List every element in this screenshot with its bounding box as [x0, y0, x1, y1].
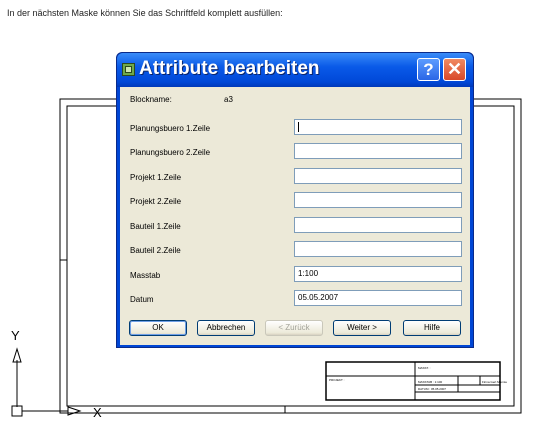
field-label-bauteil-1: Bauteil 1.Zeile [130, 222, 181, 231]
next-button[interactable]: Weiter > [333, 320, 391, 336]
field-label-masstab: Masstab [130, 271, 161, 280]
projekt-1-input[interactable] [294, 168, 462, 184]
axis-y-label: Y [11, 328, 20, 343]
planungsbuero-2-input[interactable] [294, 143, 462, 159]
bauteil-2-input[interactable] [294, 241, 462, 257]
bauteil-1-input[interactable] [294, 217, 462, 233]
field-label-bauteil-2: Bauteil 2.Zeile [130, 246, 181, 255]
masstab-input[interactable]: 1:100 [294, 266, 462, 282]
titleblock-firma: Firma Gert Mannie [482, 380, 507, 384]
field-label-datum: Datum [130, 295, 154, 304]
help-icon[interactable]: ? [417, 58, 440, 81]
ok-button[interactable]: OK [129, 320, 187, 336]
text-caret [298, 121, 299, 132]
projekt-2-input[interactable] [294, 192, 462, 208]
help-button[interactable]: Hilfe [403, 320, 461, 336]
close-icon[interactable]: ✕ [443, 58, 466, 81]
dialog-title: Attribute bearbeiten [139, 58, 320, 79]
title-block: MASST. : PROJEKT : MASSTAB : 1:100 Firma… [325, 361, 507, 401]
cancel-button[interactable]: Abbrechen [197, 320, 255, 336]
titleblock-massstab-value: MASSTAB : 1:100 [418, 380, 442, 384]
blockname-value: a3 [224, 95, 233, 104]
dialog-body: Blockname: a3 Planungsbuero 1.Zeile Plan… [120, 87, 470, 345]
titleblock-datum-value: DATUM : 05.05.2007 [418, 387, 446, 391]
block-icon [122, 63, 135, 76]
titleblock-massstab-label: MASST. : [418, 366, 431, 370]
blockname-label: Blockname: [130, 95, 172, 104]
axis-x-label: X [93, 405, 102, 420]
planungsbuero-1-input[interactable] [294, 119, 462, 135]
field-label-planungsbuero-2: Planungsbuero 2.Zeile [130, 148, 211, 157]
attribute-dialog: Attribute bearbeiten ? ✕ Blockname: a3 P… [116, 52, 474, 348]
field-label-projekt-1: Projekt 1.Zeile [130, 173, 182, 182]
field-label-projekt-2: Projekt 2.Zeile [130, 197, 182, 206]
titleblock-projekt-label: PROJEKT : [329, 378, 345, 382]
back-button[interactable]: < Zurück [265, 320, 323, 336]
datum-input[interactable]: 05.05.2007 [294, 290, 462, 306]
dialog-titlebar[interactable]: Attribute bearbeiten ? ✕ [117, 53, 473, 87]
field-label-planungsbuero-1: Planungsbuero 1.Zeile [130, 124, 211, 133]
